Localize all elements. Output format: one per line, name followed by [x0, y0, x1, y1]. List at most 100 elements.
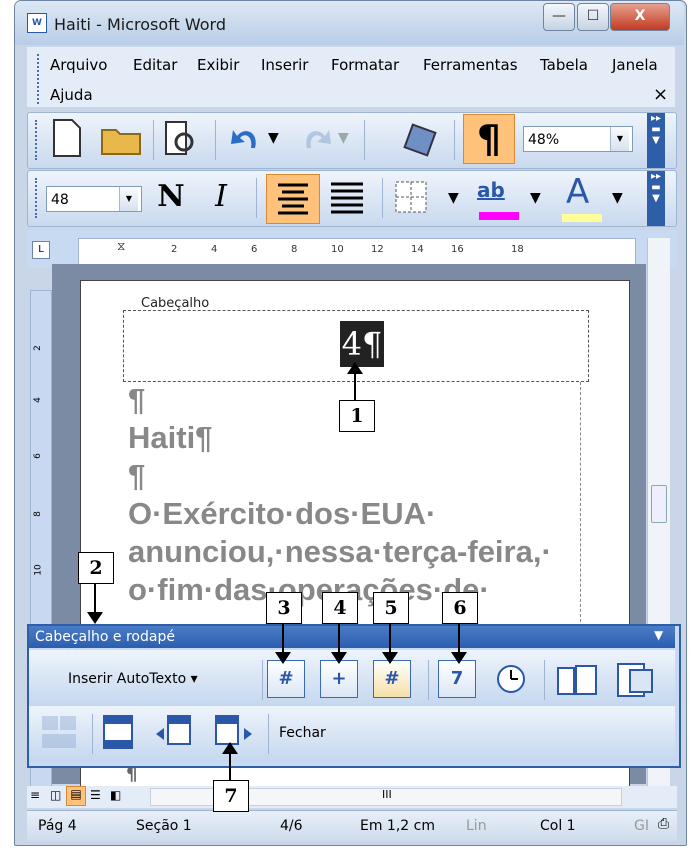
same-as-previous-icon[interactable]	[38, 712, 82, 752]
status-bar	[27, 810, 677, 841]
tab-selector-icon[interactable]: L	[32, 241, 50, 259]
italic-button[interactable]: I	[200, 176, 242, 218]
ruler-mark: 2	[171, 244, 178, 255]
callout-arrow	[94, 583, 96, 613]
highlight-color-bar	[479, 212, 519, 220]
body-line[interactable]: O·Exército·dos·EUA·	[128, 496, 436, 532]
undo-dropdown-icon[interactable]: ▼	[268, 130, 279, 146]
menu-formatar[interactable]: Formatar	[331, 56, 399, 74]
menu-close-icon[interactable]: ×	[653, 84, 668, 105]
callout-5: 5	[373, 592, 409, 624]
reading-layout-icon[interactable]: ◧	[110, 788, 121, 802]
ruler-mark: 8	[32, 511, 43, 517]
header-footer-title[interactable]: Cabeçalho e rodapé	[29, 626, 675, 648]
arrowhead	[382, 652, 398, 664]
new-document-icon[interactable]	[46, 118, 88, 160]
body-line[interactable]: anunciou,·nessa·terça-feira,·	[128, 534, 552, 570]
menu-janela[interactable]: Janela	[612, 56, 658, 74]
font-color-dropdown-icon[interactable]: ▼	[612, 190, 623, 206]
arrowhead	[275, 652, 291, 664]
menu-tabela[interactable]: Tabela	[540, 56, 588, 74]
scroll-thumb[interactable]	[651, 485, 667, 523]
insert-autotext-button[interactable]: Inserir AutoTexto ▾	[68, 671, 198, 687]
drawing-icon[interactable]	[400, 118, 442, 160]
ruler-mark: 6	[32, 453, 43, 459]
toolbar-separator	[544, 660, 545, 700]
show-hide-document-text-icon[interactable]	[612, 660, 658, 700]
arrowhead	[331, 652, 347, 664]
document-heading[interactable]: Haiti¶	[128, 420, 212, 456]
paragraph-mark[interactable]: ¶	[128, 458, 145, 494]
highlight-dropdown-icon[interactable]: ▼	[530, 190, 541, 206]
spelling-status-icon[interactable]: ⎙	[658, 816, 669, 832]
panel-menu-chevron-icon[interactable]: ▼	[654, 628, 663, 642]
insert-time-icon[interactable]	[494, 662, 528, 696]
borders-icon[interactable]	[390, 176, 432, 218]
toolbar-separator	[262, 660, 263, 700]
insert-page-count-icon[interactable]: +	[320, 660, 358, 698]
paragraph-mark[interactable]: ¶	[128, 382, 145, 418]
page-setup-icon[interactable]	[554, 660, 600, 700]
normal-view-icon[interactable]: ≡	[30, 788, 40, 802]
status-line: Lin	[466, 818, 487, 834]
status-position: Em 1,2 cm	[360, 818, 435, 834]
maximize-icon[interactable]: ☐	[577, 3, 609, 31]
callout-arrow	[354, 370, 356, 400]
toolbar-separator	[215, 120, 216, 160]
show-formatting-marks-button[interactable]: ¶	[463, 114, 515, 164]
open-folder-icon[interactable]	[100, 118, 142, 160]
show-previous-icon[interactable]	[152, 712, 196, 752]
toolbar-options-chevron-icon[interactable]: ▸▸ ▬ ▼	[647, 171, 665, 226]
callout-3: 3	[266, 592, 302, 624]
ruler-mark: 2	[32, 345, 43, 351]
highlight-button[interactable]: ab	[473, 176, 523, 226]
zoom-dropdown-icon[interactable]: ▼	[610, 127, 629, 151]
switch-header-footer-icon[interactable]	[98, 712, 142, 752]
outline-view-icon[interactable]: ☰	[90, 788, 101, 802]
scroll-grip-icon[interactable]: III	[382, 788, 392, 801]
menu-inserir[interactable]: Inserir	[261, 56, 308, 74]
page-number-field[interactable]: 4¶	[340, 321, 384, 367]
menu-grip[interactable]	[37, 54, 41, 104]
font-color-button[interactable]: A	[556, 172, 606, 226]
justify-button[interactable]	[325, 176, 367, 218]
toolbar-separator	[428, 660, 429, 700]
toolbar-grip[interactable]	[35, 120, 41, 160]
menu-arquivo[interactable]: Arquivo	[50, 56, 107, 74]
menu-editar[interactable]: Editar	[133, 56, 177, 74]
bold-button[interactable]: N	[150, 176, 192, 218]
undo-icon[interactable]	[225, 118, 267, 160]
print-layout-icon[interactable]: ▤	[66, 786, 86, 806]
insert-date-icon[interactable]: 7	[438, 660, 476, 698]
print-preview-icon[interactable]	[160, 118, 202, 160]
font-size-dropdown-icon[interactable]: ▼	[119, 187, 138, 211]
ruler-mark: 4	[211, 244, 218, 255]
toolbar-grip[interactable]	[35, 178, 41, 218]
indent-marker-icon[interactable]: ⧖	[117, 239, 125, 254]
menu-ajuda[interactable]: Ajuda	[50, 86, 93, 104]
zoom-value: 48%	[528, 132, 560, 148]
status-pages: 4/6	[280, 818, 303, 834]
status-section: Seção 1	[136, 818, 192, 834]
menu-ferramentas[interactable]: Ferramentas	[423, 56, 518, 74]
format-page-number-icon[interactable]: #	[373, 660, 411, 698]
menu-exibir[interactable]: Exibir	[197, 56, 239, 74]
close-header-footer-button[interactable]: Fechar	[279, 725, 326, 741]
toolbar-options-chevron-icon[interactable]: ▸▸ ▬ ▼	[647, 113, 665, 168]
redo-dropdown-icon[interactable]: ▼	[338, 130, 349, 146]
ruler-mark: 12	[371, 244, 384, 255]
word-doc-icon[interactable]: W	[27, 13, 47, 33]
insert-page-number-icon[interactable]: #	[267, 660, 305, 698]
web-layout-icon[interactable]: ◫	[50, 788, 61, 802]
toolbar-separator	[364, 120, 365, 160]
borders-dropdown-icon[interactable]: ▼	[448, 190, 459, 206]
align-center-button[interactable]	[266, 174, 320, 224]
redo-icon[interactable]	[293, 118, 335, 160]
minimize-icon[interactable]: —	[543, 3, 575, 31]
close-icon[interactable]: X	[610, 3, 670, 31]
highlight-label: ab	[477, 178, 505, 202]
body-line[interactable]: o·fim·das·operações·de·	[128, 572, 490, 608]
horizontal-ruler[interactable]: 2 4 6 8 10 12 14 16 18 ⧖	[78, 238, 636, 266]
callout-arrow	[282, 623, 284, 653]
arrowhead	[451, 652, 467, 664]
